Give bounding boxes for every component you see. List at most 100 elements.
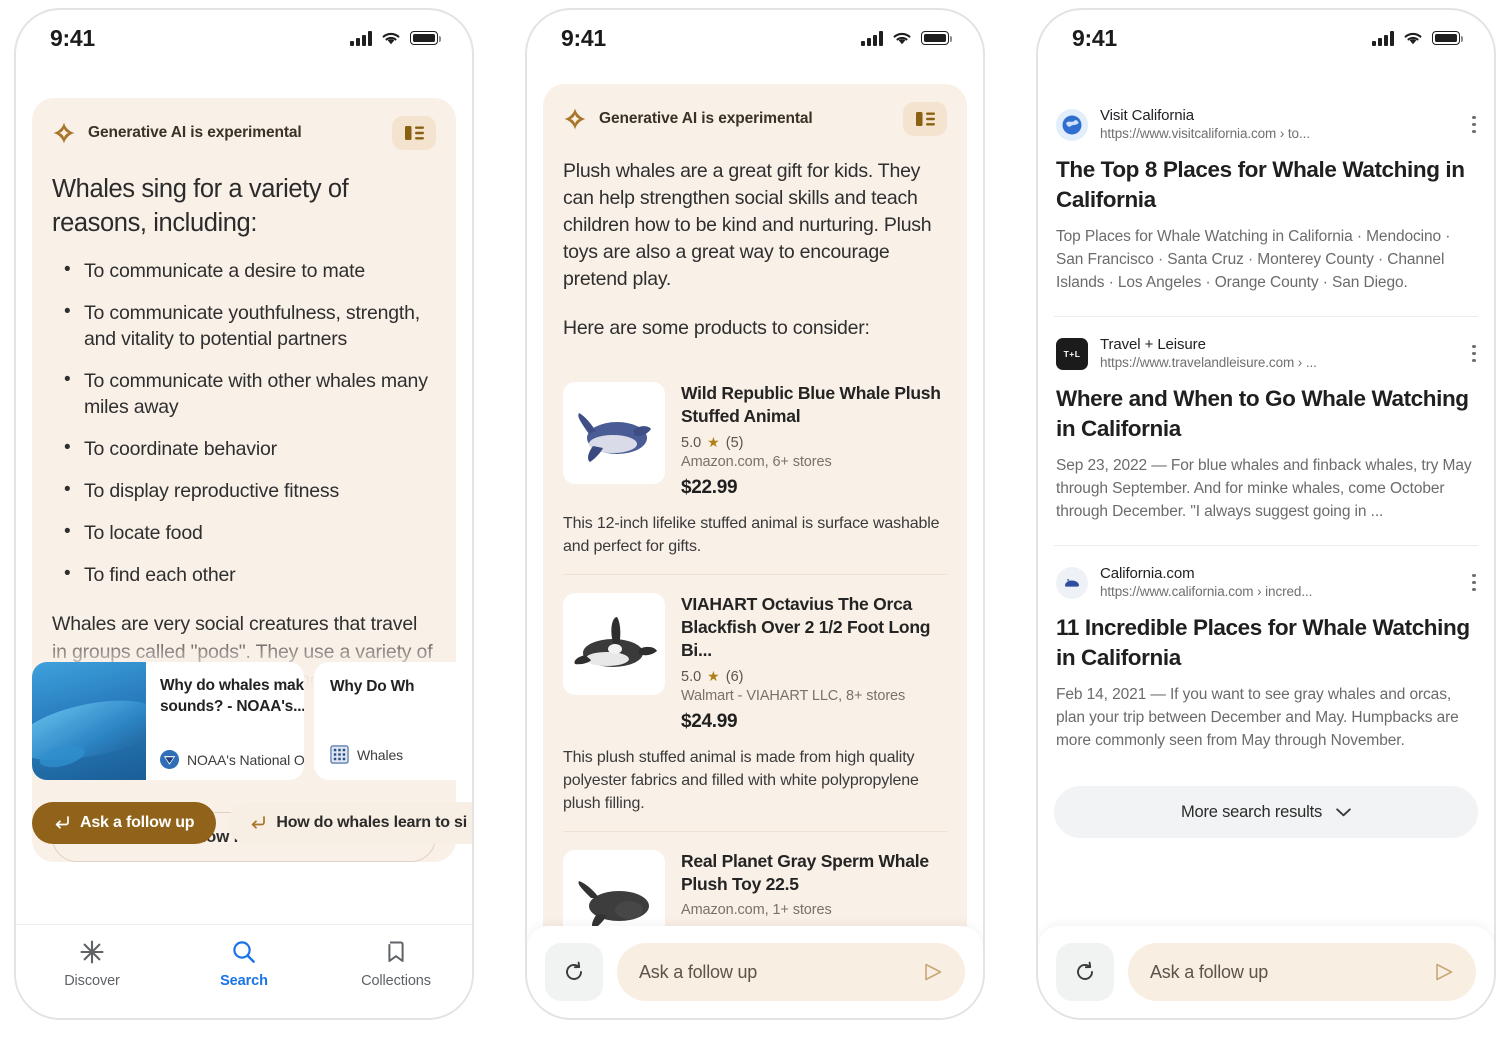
product-stores: Amazon.com, 6+ stores <box>681 454 832 470</box>
wifi-icon <box>893 32 911 44</box>
tab-search[interactable]: Search <box>168 939 320 989</box>
result-snippet: Top Places for Whale Watching in Califor… <box>1056 228 1451 291</box>
list-item: To locate food <box>52 519 436 546</box>
status-bar: 9:41 <box>1038 10 1494 66</box>
status-bar: 9:41 <box>527 10 983 66</box>
result-header: California.com https://www.california.co… <box>1056 564 1476 601</box>
tab-label: Discover <box>64 973 120 989</box>
source-card[interactable]: Why do whales make sounds? - NOAA's... N… <box>32 662 304 780</box>
more-search-results-button[interactable]: More search results <box>1054 786 1478 838</box>
status-bar: 9:41 <box>16 10 472 66</box>
follow-up-bar: Ask a follow up <box>527 926 983 1018</box>
send-icon[interactable] <box>1434 962 1454 982</box>
list-item: To coordinate behavior <box>52 435 436 462</box>
phone-2-body: Generative AI is experimental Plush whal… <box>527 66 983 1018</box>
result-title[interactable]: 11 Incredible Places for Whale Watching … <box>1056 613 1476 673</box>
follow-up-bar: Ask a follow up <box>1038 926 1494 1018</box>
product-description: This 12-inch lifelike stuffed animal is … <box>563 515 940 555</box>
result-snippet: Sep 23, 2022 — For blue whales and finba… <box>1056 457 1472 520</box>
list-view-icon[interactable] <box>903 102 947 136</box>
kebab-menu-icon[interactable] <box>1472 344 1476 363</box>
product-stores: Walmart - VIAHART LLC, 8+ stores <box>681 688 906 704</box>
list-view-icon[interactable] <box>392 116 436 150</box>
review-count: (6) <box>725 668 744 685</box>
noaa-icon <box>160 750 179 769</box>
send-icon[interactable] <box>923 962 943 982</box>
product-rating: 5.0 ★ (5) <box>681 434 947 451</box>
refresh-icon[interactable] <box>1056 943 1114 1001</box>
whale-photo-thumbnail <box>32 662 146 780</box>
ask-follow-up-chip[interactable]: Ask a follow up <box>32 802 217 844</box>
search-result[interactable]: Visit California https://www.visitcalifo… <box>1054 88 1478 317</box>
tab-collections[interactable]: Collections <box>320 939 472 989</box>
search-result[interactable]: California.com https://www.california.co… <box>1054 546 1478 774</box>
products-intro-label: Here are some products to consider: <box>563 317 870 339</box>
result-url: https://www.california.com › incred... <box>1100 584 1313 599</box>
tab-label: Search <box>220 973 268 989</box>
list-item: To communicate a desire to mate <box>52 257 436 284</box>
result-identity: Visit California https://www.visitcalifo… <box>1100 106 1460 143</box>
more-results-label: More search results <box>1180 802 1323 821</box>
follow-up-input[interactable]: Ask a follow up <box>617 943 965 1001</box>
product-price: $24.99 <box>681 711 738 732</box>
ai-disclaimer-label: Generative AI is experimental <box>599 110 813 127</box>
result-title[interactable]: The Top 8 Places for Whale Watching in C… <box>1056 155 1476 215</box>
sparkle-diamond-icon <box>564 108 586 130</box>
status-time: 9:41 <box>50 24 95 51</box>
result-url: https://www.travelandleisure.com › ... <box>1100 355 1317 370</box>
product-card[interactable]: Wild Republic Blue Whale Plush Stuffed A… <box>563 364 947 575</box>
star-icon: ★ <box>707 668 720 684</box>
wifi-icon <box>1404 32 1422 44</box>
product-card[interactable]: VIAHART Octavius The Orca Blackfish Over… <box>563 575 947 832</box>
ai-shopping-card: Generative AI is experimental Plush whal… <box>543 84 967 1018</box>
battery-icon <box>410 31 441 45</box>
phone-3-body: Visit California https://www.visitcalifo… <box>1038 66 1494 1018</box>
refresh-icon[interactable] <box>545 943 603 1001</box>
tab-discover[interactable]: Discover <box>16 939 168 989</box>
result-title[interactable]: Where and When to Go Whale Watching in C… <box>1056 384 1476 444</box>
travel-leisure-icon: T+L <box>1056 337 1088 370</box>
wifi-icon <box>382 32 400 44</box>
rating-value: 5.0 <box>681 668 702 685</box>
follow-up-input[interactable]: Ask a follow up <box>1128 943 1476 1001</box>
source-card-body: Why do whales make sounds? - NOAA's... N… <box>146 662 304 780</box>
sparkle-diamond-icon <box>53 122 75 144</box>
asterisk-icon <box>80 940 104 964</box>
list-item: To communicate with other whales many mi… <box>52 367 436 420</box>
list-item: To communicate youthfulness, strength, a… <box>52 299 436 352</box>
reply-arrow-icon <box>55 816 69 829</box>
search-icon <box>233 941 255 963</box>
kebab-menu-icon[interactable] <box>1472 115 1476 134</box>
phone-1: 9:41 Generative AI is experimental Whale… <box>14 8 474 1020</box>
source-title: Why Do Wh <box>330 678 415 695</box>
follow-up-placeholder: Ask a follow up <box>1150 961 1269 982</box>
blue-whale-plush-image <box>563 382 665 484</box>
product-name: Wild Republic Blue Whale Plush Stuffed A… <box>681 383 941 426</box>
ai-disclaimer-label: Generative AI is experimental <box>88 124 302 141</box>
result-site-name: Visit California <box>1100 107 1194 124</box>
ai-card-header: Generative AI is experimental <box>563 102 947 136</box>
source-card[interactable]: Why Do Wh Whales <box>314 662 472 780</box>
status-icons <box>861 30 952 46</box>
orca-plush-image <box>563 593 665 695</box>
result-identity: California.com https://www.california.co… <box>1100 564 1460 601</box>
product-rating: 5.0 ★ (6) <box>681 668 947 685</box>
battery-icon <box>1432 31 1463 45</box>
source-site-name: Whales <box>357 746 404 763</box>
kebab-menu-icon[interactable] <box>1472 573 1476 592</box>
california-bear-icon <box>1056 566 1088 599</box>
list-item: To display reproductive fitness <box>52 477 436 504</box>
review-count: (5) <box>725 434 744 451</box>
battery-icon <box>921 31 952 45</box>
source-cards-row: Why do whales make sounds? - NOAA's... N… <box>32 662 472 780</box>
product-name: Real Planet Gray Sperm Whale Plush Toy 2… <box>681 851 929 894</box>
status-time: 9:41 <box>561 24 606 51</box>
product-price: $22.99 <box>681 477 738 498</box>
chevron-down-icon <box>1336 807 1351 816</box>
source-meta: NOAA's National Oce... <box>160 750 304 769</box>
three-phone-mockup: 9:41 Generative AI is experimental Whale… <box>0 0 1510 1039</box>
search-result[interactable]: T+L Travel + Leisure https://www.travela… <box>1054 317 1478 546</box>
phone-3: 9:41 Visit California https://www.visitc… <box>1036 8 1496 1020</box>
suggested-question-chip[interactable]: How do whales learn to si <box>228 802 472 844</box>
answer-title: Whales sing for a variety of reasons, in… <box>52 175 349 237</box>
